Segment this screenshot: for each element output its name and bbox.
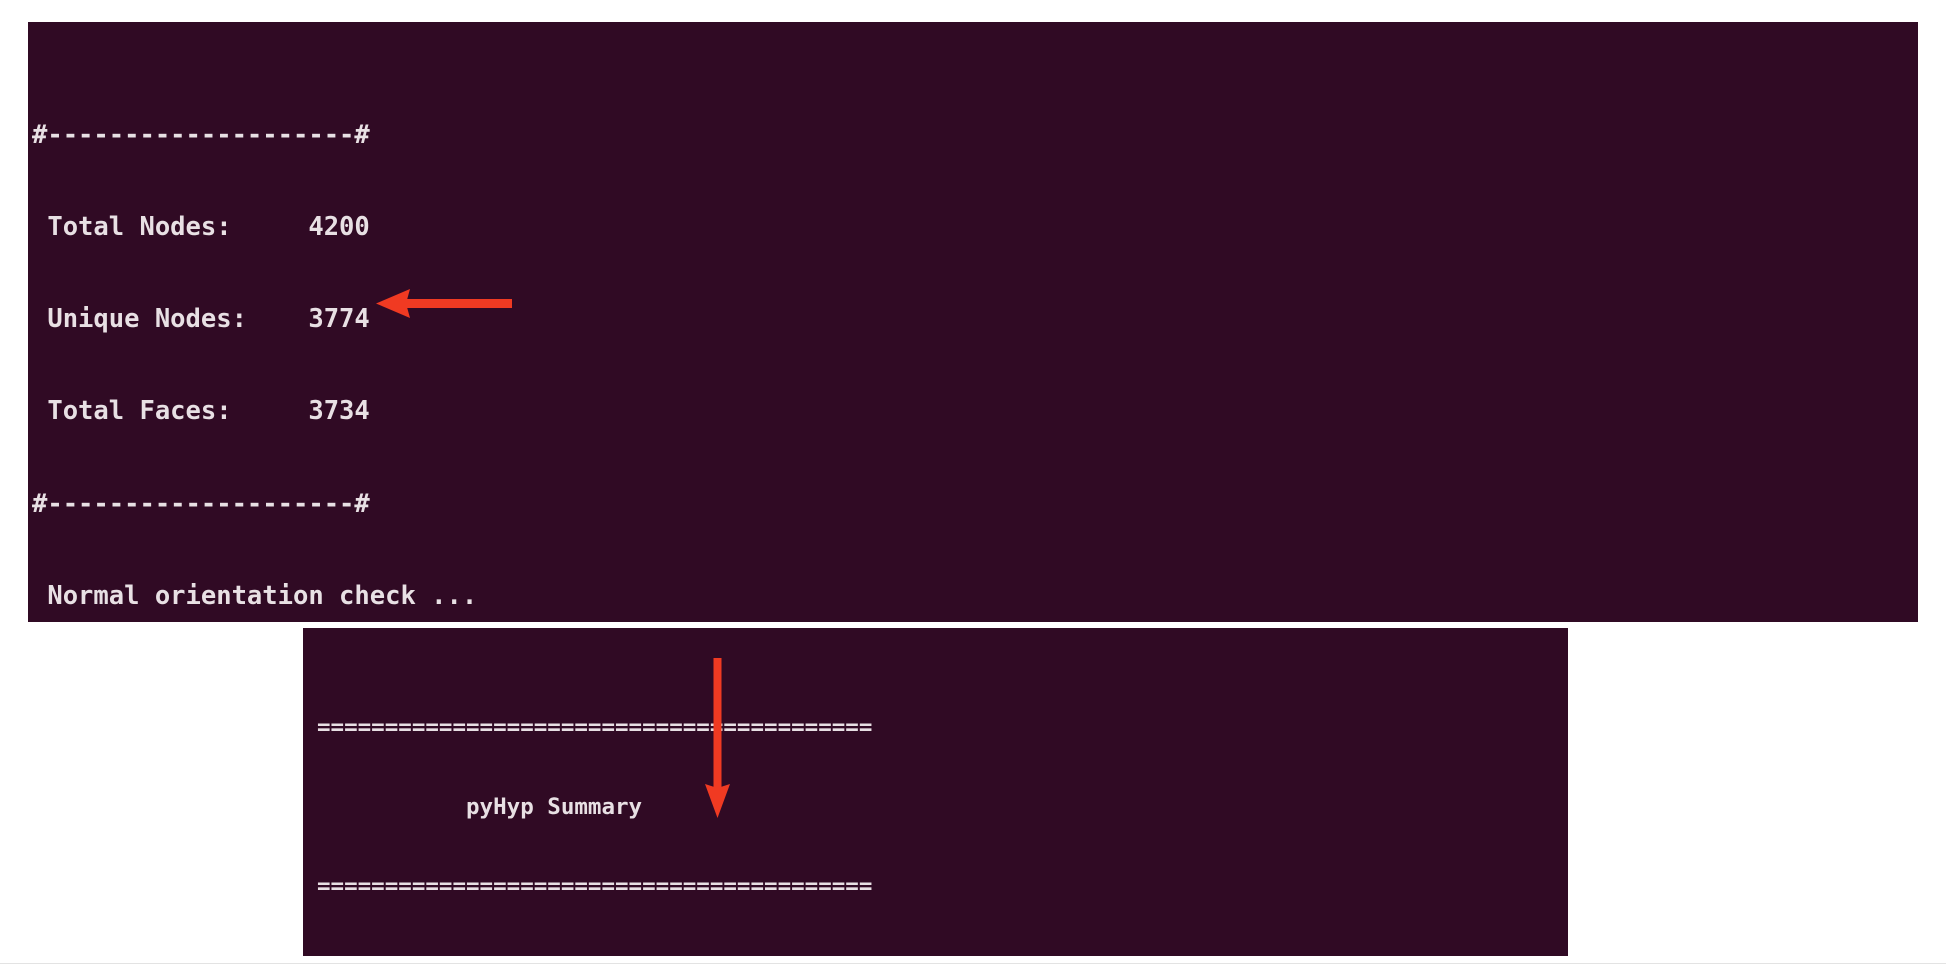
summary-banner-rule-bottom: ========================================… <box>317 873 873 900</box>
terminal-line: #--------------------# <box>32 488 370 519</box>
summary-banner-rule-top: ========================================… <box>317 713 873 740</box>
terminal-pyhyp-run-log[interactable]: #--------------------# Total Nodes: 4200… <box>28 22 1918 622</box>
terminal-line-unique-nodes: Unique Nodes: 3774 <box>32 304 370 335</box>
page-bottom-divider <box>0 963 1946 964</box>
terminal-line: #--------------------# <box>32 120 370 151</box>
page-canvas: #--------------------# Total Nodes: 4200… <box>0 0 1946 980</box>
terminal-line-total-faces: Total Faces: 3734 <box>32 396 370 427</box>
terminal-line-normal-orientation-check: Normal orientation check ... <box>32 580 478 611</box>
terminal-pyhyp-summary-log[interactable]: ========================================… <box>303 628 1568 956</box>
summary-title: pyHyp Summary <box>317 793 643 820</box>
terminal-line-total-nodes: Total Nodes: 4200 <box>32 212 370 243</box>
